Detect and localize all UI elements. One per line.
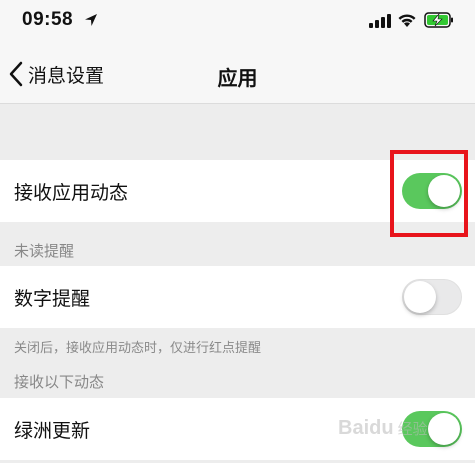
signal-icon xyxy=(369,14,391,28)
number-reminder-toggle[interactable] xyxy=(402,279,462,315)
oasis-updates-label: 绿洲更新 xyxy=(14,420,91,442)
number-reminder-note: 关闭后，接收应用动态时，仅进行红点提醒 xyxy=(14,341,262,356)
location-icon xyxy=(85,14,97,26)
battery-charging-icon xyxy=(424,12,453,28)
watermark-brand: Baidu xyxy=(338,416,394,439)
toggle-knob xyxy=(404,281,436,313)
unread-section-header: 未读提醒 xyxy=(14,242,75,260)
number-reminder-label: 数字提醒 xyxy=(14,288,91,310)
status-time: 09:58 xyxy=(22,9,74,30)
page-title: 应用 xyxy=(217,66,258,90)
status-bar: 09:58 xyxy=(0,0,475,44)
baidu-watermark: Baidu 经验 xyxy=(338,410,468,446)
wifi-icon xyxy=(398,14,416,27)
highlight-box xyxy=(390,150,468,237)
nav-bar: 消息设置 应用 xyxy=(0,44,475,104)
receive-section-header: 接收以下动态 xyxy=(14,373,105,391)
app-updates-label: 接收应用动态 xyxy=(14,182,129,204)
watermark-sub: 经验 xyxy=(397,419,428,438)
number-reminder-row[interactable]: 数字提醒 xyxy=(0,266,475,328)
